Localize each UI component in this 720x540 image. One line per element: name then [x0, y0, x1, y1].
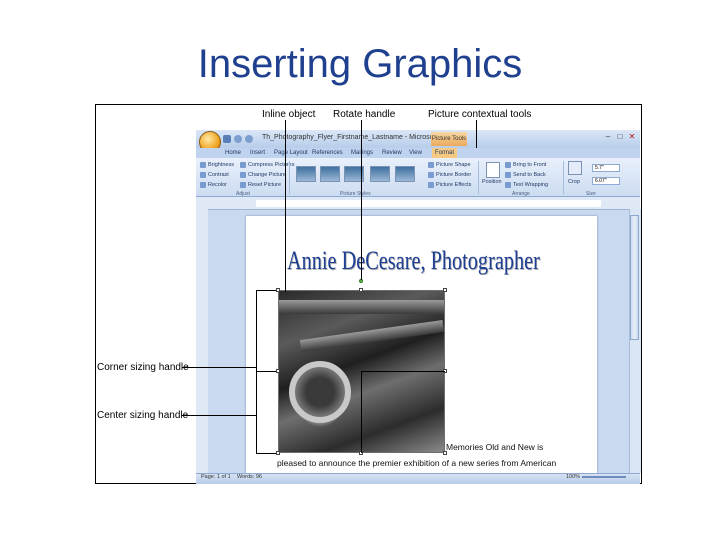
photo-wheel — [289, 361, 351, 423]
callout-picture-contextual-tools: Picture contextual tools — [428, 109, 532, 120]
ruler-text-area — [256, 200, 601, 207]
reset-icon — [240, 181, 246, 188]
document-heading: Annie DeCesare, Photographer — [287, 246, 540, 275]
bracket-line — [256, 371, 276, 372]
tab-page-layout[interactable]: Page Layout — [274, 148, 308, 158]
maximize-icon[interactable]: □ — [614, 132, 626, 142]
save-icon[interactable] — [223, 135, 231, 143]
height-field[interactable]: 5.7" — [592, 164, 620, 172]
contrast-icon — [200, 171, 206, 178]
word-count: Words: 96 — [237, 474, 262, 480]
picture-style-5[interactable] — [395, 166, 415, 182]
position-button[interactable]: Position — [482, 178, 502, 186]
picture-style-2[interactable] — [320, 166, 340, 182]
bracket-line — [256, 290, 276, 291]
shape-icon — [428, 161, 434, 168]
ribbon-separator — [289, 161, 290, 194]
text-wrap-icon — [505, 181, 511, 188]
position-icon[interactable] — [486, 162, 500, 178]
text-wrapping-button[interactable]: Text Wrapping — [505, 181, 548, 189]
recolor-icon — [200, 181, 206, 188]
minimize-icon[interactable]: – — [602, 132, 614, 142]
compress-pictures-button[interactable]: Compress Pictures — [240, 161, 294, 169]
vertical-ruler — [196, 209, 208, 473]
undo-icon[interactable] — [234, 135, 242, 143]
tab-references[interactable]: References — [312, 148, 343, 158]
brightness-icon — [200, 161, 206, 168]
picture-tools-context-tab: Picture Tools — [431, 132, 467, 146]
tab-view[interactable]: View — [409, 148, 422, 158]
ribbon-separator — [563, 161, 564, 194]
center-sizing-handle[interactable] — [276, 369, 280, 373]
crop-outline — [361, 371, 445, 453]
document-text-line: Memories Old and New is — [446, 442, 544, 452]
picture-border-button[interactable]: Picture Border — [428, 171, 471, 179]
tab-review[interactable]: Review — [382, 148, 402, 158]
bracket-line — [256, 290, 257, 454]
top-sizing-handle[interactable] — [359, 288, 363, 292]
reset-picture-button[interactable]: Reset Picture — [240, 181, 281, 189]
border-icon — [428, 171, 434, 178]
send-back-icon — [505, 171, 511, 178]
change-picture-button[interactable]: Change Picture — [240, 171, 286, 179]
scrollbar-thumb[interactable] — [630, 215, 639, 340]
compress-icon — [240, 161, 246, 168]
crop-button[interactable]: Crop — [568, 178, 580, 186]
width-field[interactable]: 6.07" — [592, 177, 620, 185]
contrast-button[interactable]: Contrast — [200, 171, 229, 179]
corner-sizing-handle[interactable] — [443, 288, 447, 292]
page-count: Page: 1 of 1 — [201, 474, 231, 480]
tab-home[interactable]: Home — [225, 148, 241, 158]
close-icon[interactable]: ✕ — [626, 132, 638, 142]
crop-icon[interactable] — [568, 161, 582, 175]
callout-rotate-handle: Rotate handle — [333, 109, 396, 120]
callout-center-sizing-handle: Center sizing handle — [97, 410, 189, 421]
picture-style-1[interactable] — [296, 166, 316, 182]
callout-corner-sizing-handle: Corner sizing handle — [97, 362, 189, 373]
slide-title: Inserting Graphics — [197, 42, 523, 86]
bring-to-front-button[interactable]: Bring to Front — [505, 161, 546, 169]
change-picture-icon — [240, 171, 246, 178]
brightness-button[interactable]: Brightness — [200, 161, 234, 169]
tab-format[interactable]: Format — [432, 148, 458, 158]
corner-sizing-handle[interactable] — [276, 451, 280, 455]
ribbon-separator — [478, 161, 479, 194]
bring-front-icon — [505, 161, 511, 168]
leader-line-center-handle — [182, 415, 257, 416]
tab-mailings[interactable]: Mailings — [351, 148, 373, 158]
send-to-back-button[interactable]: Send to Back — [505, 171, 546, 179]
zoom-slider[interactable] — [582, 476, 626, 478]
redo-icon[interactable] — [245, 135, 253, 143]
leader-line-inline-object — [285, 120, 286, 292]
leader-line-corner-handle — [182, 367, 257, 368]
tab-insert[interactable]: Insert — [250, 148, 265, 158]
photo-beam — [279, 300, 444, 314]
document-text-line: pleased to announce the premier exhibiti… — [277, 458, 557, 468]
recolor-button[interactable]: Recolor — [200, 181, 227, 189]
effects-icon — [428, 181, 434, 188]
zoom-level[interactable]: 100% — [566, 474, 580, 480]
callout-inline-object: Inline object — [262, 109, 316, 120]
picture-shape-button[interactable]: Picture Shape — [428, 161, 471, 169]
leader-line-rotate-handle — [361, 120, 362, 280]
leader-line-contextual-tools — [476, 120, 477, 148]
bracket-line — [256, 453, 276, 454]
document-title: Th_Photography_Flyer_Firstname_Lastname … — [262, 134, 456, 141]
picture-effects-button[interactable]: Picture Effects — [428, 181, 471, 189]
picture-style-4[interactable] — [370, 166, 390, 182]
corner-sizing-handle[interactable] — [276, 288, 280, 292]
